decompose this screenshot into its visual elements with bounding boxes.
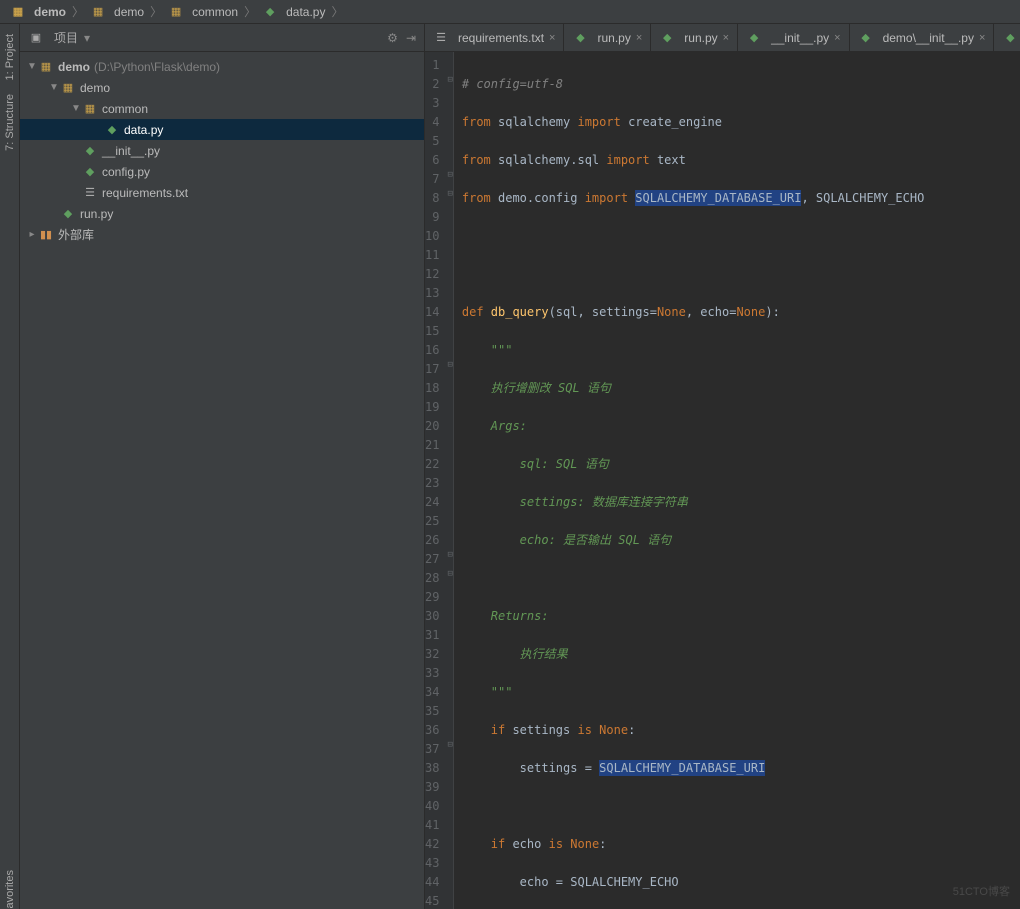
tree-config-py[interactable]: ◆ config.py — [20, 161, 424, 182]
python-file-icon: ◆ — [746, 30, 762, 46]
project-icon: ▣ — [28, 30, 44, 46]
editor-area: ☰requirements.txt× ◆run.py× ◆run.py× ◆__… — [425, 24, 1020, 909]
folder-icon: ▦ — [60, 80, 76, 96]
folder-icon: ▦ — [38, 59, 54, 75]
python-file-icon: ◆ — [104, 122, 120, 138]
tab-init[interactable]: ◆__init__.py× — [738, 24, 849, 51]
expand-icon[interactable]: ▼ — [48, 82, 60, 93]
sidebar-header: ▣ 项目 ▾ ⚙ ⇥ — [20, 24, 424, 52]
dropdown-icon[interactable]: ▾ — [84, 31, 90, 45]
close-icon[interactable]: × — [834, 32, 840, 44]
gear-icon[interactable]: ⚙ — [387, 31, 398, 45]
sidebar-title: 项目 — [54, 29, 78, 46]
python-file-icon: ◆ — [659, 30, 675, 46]
left-tool-strip: 1: Project 7: Structure avorites — [0, 24, 20, 909]
tab-last[interactable]: ◆c — [994, 24, 1020, 51]
code-content[interactable]: # config=utf-8 from sqlalchemy import cr… — [454, 52, 1020, 909]
close-icon[interactable]: × — [723, 32, 729, 44]
tab-run-1[interactable]: ◆run.py× — [564, 24, 651, 51]
crumb-2[interactable]: ▦common — [164, 4, 242, 20]
folder-icon: ▦ — [168, 4, 184, 20]
crumb-root[interactable]: ▦demo — [6, 4, 70, 20]
python-file-icon: ◆ — [572, 30, 588, 46]
tab-run-2[interactable]: ◆run.py× — [651, 24, 738, 51]
code-area[interactable]: 1234567891011121314151617181920212223242… — [425, 52, 1020, 909]
collapse-icon[interactable]: ⇥ — [406, 31, 416, 45]
editor-tabs: ☰requirements.txt× ◆run.py× ◆run.py× ◆__… — [425, 24, 1020, 52]
expand-icon[interactable]: ▸ — [26, 229, 38, 240]
text-file-icon: ☰ — [433, 30, 449, 46]
tool-structure[interactable]: 7: Structure — [4, 94, 16, 151]
tab-demo-init[interactable]: ◆demo\__init__.py× — [850, 24, 995, 51]
folder-icon: ▦ — [82, 101, 98, 117]
line-gutter: 1234567891011121314151617181920212223242… — [425, 52, 447, 909]
close-icon[interactable]: × — [549, 32, 555, 44]
close-icon[interactable]: × — [636, 32, 642, 44]
folder-icon: ▦ — [10, 4, 26, 20]
tree-data-py[interactable]: ◆ data.py — [20, 119, 424, 140]
python-file-icon: ◆ — [82, 143, 98, 159]
library-icon: ▮▮ — [38, 227, 54, 243]
python-file-icon: ◆ — [82, 164, 98, 180]
tool-project[interactable]: 1: Project — [4, 34, 16, 80]
chevron-right-icon: 〉 — [331, 3, 343, 20]
crumb-file[interactable]: ◆data.py — [258, 4, 329, 20]
python-file-icon: ◆ — [858, 30, 874, 46]
tree-demo[interactable]: ▼ ▦ demo — [20, 77, 424, 98]
breadcrumb: ▦demo 〉 ▦demo 〉 ▦common 〉 ◆data.py 〉 — [0, 0, 1020, 24]
project-sidebar: ▣ 项目 ▾ ⚙ ⇥ ▼ ▦ demo(D:\Python\Flask\demo… — [20, 24, 425, 909]
crumb-1[interactable]: ▦demo — [86, 4, 148, 20]
folder-icon: ▦ — [90, 4, 106, 20]
tree-init-py[interactable]: ◆ __init__.py — [20, 140, 424, 161]
close-icon[interactable]: × — [979, 32, 985, 44]
watermark: 51CTO博客 — [953, 883, 1010, 899]
project-tree[interactable]: ▼ ▦ demo(D:\Python\Flask\demo) ▼ ▦ demo … — [20, 52, 424, 909]
text-file-icon: ☰ — [82, 185, 98, 201]
tree-common[interactable]: ▼ ▦ common — [20, 98, 424, 119]
python-file-icon: ◆ — [60, 206, 76, 222]
tab-requirements[interactable]: ☰requirements.txt× — [425, 24, 564, 51]
tree-external-libs[interactable]: ▸ ▮▮ 外部库 — [20, 224, 424, 245]
chevron-right-icon: 〉 — [72, 3, 84, 20]
tree-root[interactable]: ▼ ▦ demo(D:\Python\Flask\demo) — [20, 56, 424, 77]
python-file-icon: ◆ — [262, 4, 278, 20]
expand-icon[interactable]: ▼ — [26, 61, 38, 72]
expand-icon[interactable]: ▼ — [70, 103, 82, 114]
python-file-icon: ◆ — [1002, 30, 1018, 46]
chevron-right-icon: 〉 — [244, 3, 256, 20]
tool-favorites[interactable]: avorites — [4, 870, 16, 909]
tree-run-py[interactable]: ◆ run.py — [20, 203, 424, 224]
tree-requirements[interactable]: ☰ requirements.txt — [20, 182, 424, 203]
chevron-right-icon: 〉 — [150, 3, 162, 20]
